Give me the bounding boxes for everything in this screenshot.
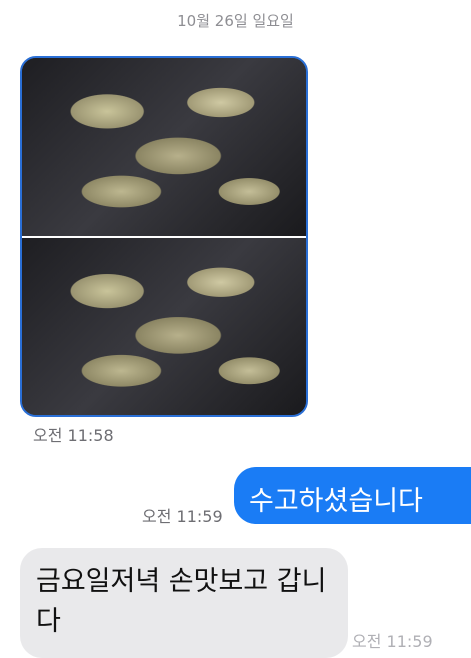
incoming-message-bubble[interactable]: 금요일저녁 손맛보고 갑니다 — [20, 548, 348, 658]
incoming-timestamp: 오전 11:59 — [352, 632, 433, 651]
outgoing-message-bubble[interactable]: 수고하셨습니다 — [234, 467, 471, 524]
fish-photo-bottom[interactable] — [22, 238, 306, 415]
date-header: 10월 26일 일요일 — [177, 12, 294, 30]
photo-attachment[interactable] — [20, 56, 308, 417]
outgoing-timestamp: 오전 11:59 — [142, 507, 223, 526]
photo-timestamp: 오전 11:58 — [33, 426, 114, 445]
fish-photo-top[interactable] — [22, 58, 306, 236]
